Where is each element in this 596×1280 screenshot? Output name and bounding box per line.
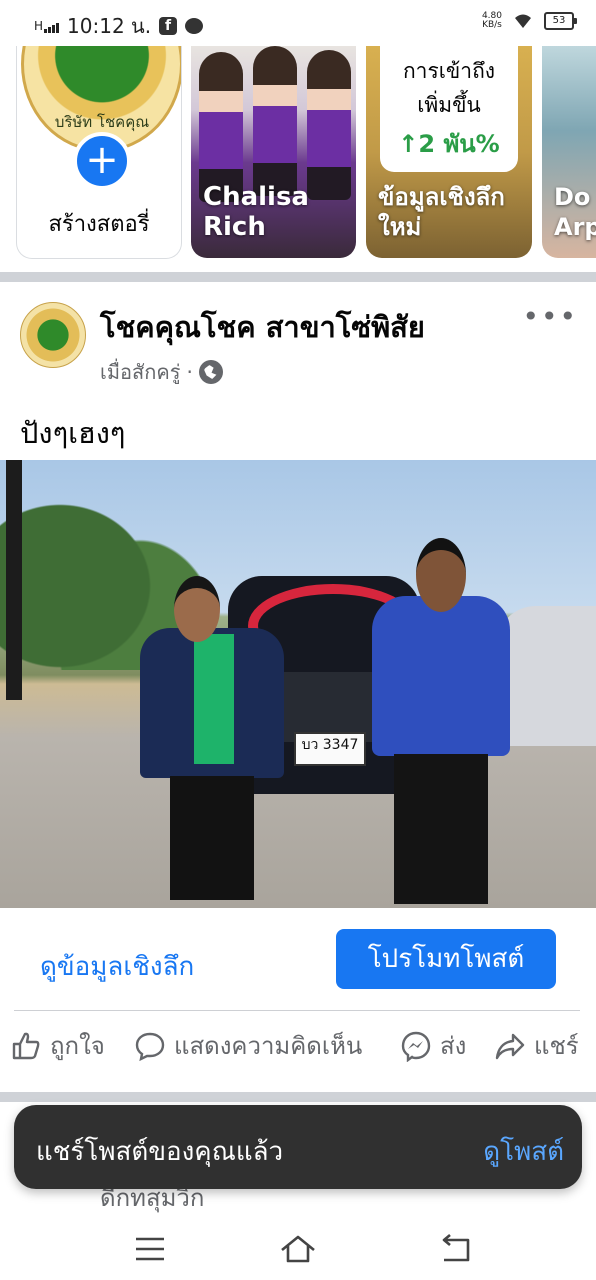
more-options-button[interactable]: ••• bbox=[522, 300, 578, 333]
story-card-insights[interactable]: การเข้าถึง เพิ่มขึ้น ↑2 พัน% ข้อมูลเชิงล… bbox=[366, 46, 532, 258]
insight-increase: ↑2 พัน% bbox=[398, 130, 500, 158]
share-icon bbox=[495, 1033, 525, 1059]
system-nav-bar bbox=[0, 1220, 596, 1280]
create-story-label: สร้างสตอรี่ bbox=[48, 212, 150, 237]
comment-button[interactable]: แสดงความคิดเห็น bbox=[134, 1026, 362, 1065]
promote-post-button[interactable]: โปรโมทโพสต์ bbox=[336, 929, 556, 989]
add-story-button[interactable]: + bbox=[73, 132, 131, 190]
line-icon bbox=[185, 18, 204, 34]
like-button[interactable]: ถูกใจ bbox=[10, 1026, 105, 1065]
stories-strip[interactable]: บริษัท โชคคุณโชค + สร้างสตอรี่ Chalisa R… bbox=[0, 46, 596, 262]
create-story-card[interactable]: บริษัท โชคคุณโชค + สร้างสตอรี่ bbox=[16, 46, 182, 259]
section-divider-2 bbox=[0, 1092, 596, 1102]
story-name: ข้อมูลเชิงลึกใหม่ bbox=[378, 183, 505, 241]
story-name: Chalisa Rich bbox=[203, 182, 309, 242]
story-card-chalisa[interactable]: Chalisa Rich bbox=[191, 46, 356, 258]
insight-card: การเข้าถึง เพิ่มขึ้น ↑2 พัน% bbox=[380, 46, 518, 172]
view-insights-link[interactable]: ดูข้อมูลเชิงลึก bbox=[40, 946, 194, 987]
share-toast: แชร์โพสต์ของคุณแล้ว ดูโพสต์ bbox=[14, 1105, 582, 1189]
thumbs-up-icon bbox=[12, 1032, 40, 1059]
post-photo[interactable]: บว 3347 bbox=[0, 460, 596, 908]
story-name: Do Arp bbox=[554, 183, 596, 241]
network-speed: 4.80 KB/s bbox=[481, 11, 502, 30]
story-card-partial[interactable]: Do Arp bbox=[542, 46, 596, 258]
post-author[interactable]: โชคคุณโชค สาขาโซ่พิสัย bbox=[100, 304, 425, 350]
post-meta: เมื่อสักครู่ · bbox=[100, 356, 223, 388]
section-divider bbox=[0, 272, 596, 282]
battery-icon: 53 bbox=[544, 12, 577, 30]
facebook-icon: f bbox=[159, 17, 178, 35]
menu-icon[interactable] bbox=[130, 1232, 170, 1266]
post-time: เมื่อสักครู่ bbox=[100, 360, 181, 384]
comment-icon bbox=[135, 1032, 165, 1061]
status-bar: H 10:12 น. f 4.80 KB/s 53 bbox=[0, 0, 596, 46]
post-actions: ถูกใจ แสดงความคิดเห็น ส่ง แชร์ bbox=[0, 1026, 596, 1078]
person-woman bbox=[140, 576, 284, 906]
action-separator bbox=[14, 1010, 580, 1011]
view-post-link[interactable]: ดูโพสต์ bbox=[483, 1131, 564, 1172]
toast-message: แชร์โพสต์ของคุณแล้ว bbox=[36, 1137, 284, 1167]
wifi-icon bbox=[515, 14, 531, 28]
license-plate: บว 3347 bbox=[294, 732, 366, 766]
post-text: ปังๆเฮงๆ bbox=[20, 416, 126, 450]
signal-indicator: H bbox=[34, 19, 60, 33]
back-icon[interactable] bbox=[436, 1232, 476, 1266]
messenger-icon bbox=[401, 1031, 431, 1062]
status-time: 10:12 น. bbox=[67, 14, 152, 38]
home-icon[interactable] bbox=[278, 1232, 318, 1266]
send-button[interactable]: ส่ง bbox=[400, 1026, 466, 1065]
globe-icon bbox=[198, 360, 223, 384]
person-man bbox=[372, 538, 510, 908]
share-button[interactable]: แชร์ bbox=[494, 1026, 579, 1065]
page-avatar[interactable] bbox=[20, 302, 86, 368]
